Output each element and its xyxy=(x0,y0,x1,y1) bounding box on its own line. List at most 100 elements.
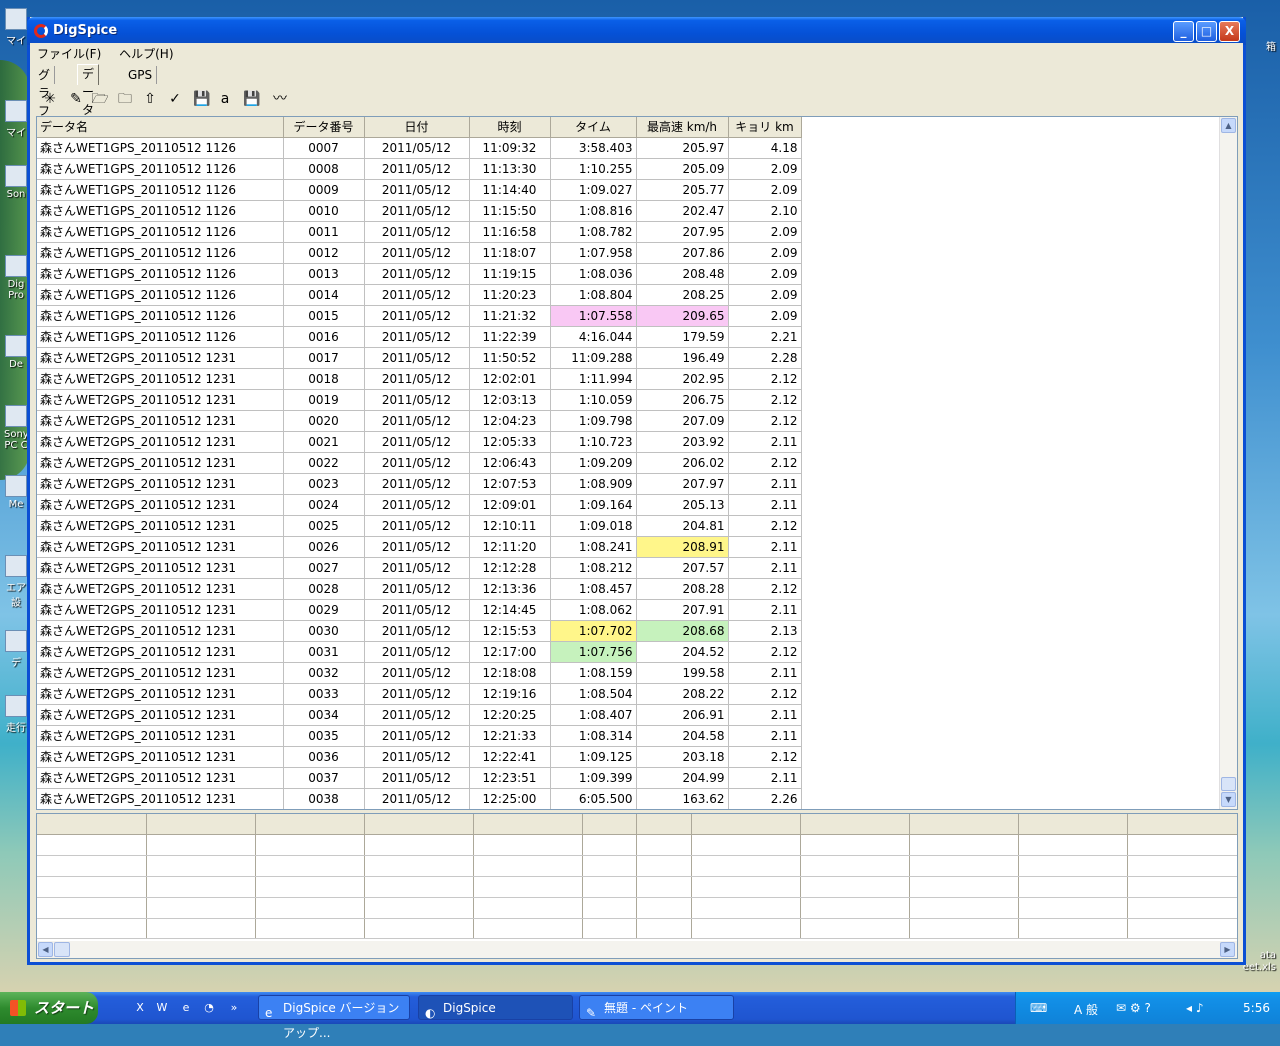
cell-lap-time[interactable]: 1:08.241 xyxy=(550,536,637,558)
cell-distance[interactable]: 2.28 xyxy=(728,347,802,369)
cell-distance[interactable]: 2.11 xyxy=(728,662,802,684)
cell-distance[interactable]: 2.11 xyxy=(728,725,802,747)
table-row[interactable]: 森さんWET1GPS_20110512 1126 0009 2011/05/12 11… xyxy=(37,179,802,201)
cell-time[interactable]: 12:09:01 xyxy=(469,494,551,516)
cell-lap-time[interactable]: 1:09.209 xyxy=(550,452,637,474)
cell-data-name[interactable]: 森さんWET1GPS_20110512 1126 xyxy=(37,263,284,285)
scroll-down-arrow-icon[interactable]: ▼ xyxy=(1221,792,1236,807)
table-row[interactable]: 森さんWET2GPS_20110512 1231 0020 2011/05/12 12… xyxy=(37,410,802,432)
cell-distance[interactable]: 2.09 xyxy=(728,284,802,306)
cell-distance[interactable]: 2.11 xyxy=(728,704,802,726)
cell-time[interactable]: 12:23:51 xyxy=(469,767,551,789)
cell-date[interactable]: 2011/05/12 xyxy=(364,410,470,432)
menu-help[interactable]: ヘルプ(H) xyxy=(112,43,180,62)
cell-lap-time[interactable]: 1:07.958 xyxy=(550,242,637,264)
cell-distance[interactable]: 2.21 xyxy=(728,326,802,348)
cell-top-speed[interactable]: 207.86 xyxy=(636,242,729,264)
cell-lap-time[interactable]: 11:09.288 xyxy=(550,347,637,369)
table-row[interactable]: 森さんWET2GPS_20110512 1231 0034 2011/05/12 12… xyxy=(37,704,802,726)
cell-data-number[interactable]: 0025 xyxy=(283,515,365,537)
cell-time[interactable]: 11:13:30 xyxy=(469,158,551,180)
cell-data-number[interactable]: 0030 xyxy=(283,620,365,642)
cell-lap-time[interactable]: 1:08.457 xyxy=(550,578,637,600)
cell-top-speed[interactable]: 203.18 xyxy=(636,746,729,768)
cell-lap-time[interactable]: 1:09.798 xyxy=(550,410,637,432)
table-row[interactable]: 森さんWET2GPS_20110512 1231 0037 2011/05/12 12… xyxy=(37,767,802,789)
cell-top-speed[interactable]: 206.91 xyxy=(636,704,729,726)
cell-data-name[interactable]: 森さんWET1GPS_20110512 1126 xyxy=(37,284,284,306)
desktop-icon[interactable]: デ xyxy=(4,630,28,669)
cell-lap-time[interactable]: 1:09.027 xyxy=(550,179,637,201)
cell-top-speed[interactable]: 202.95 xyxy=(636,368,729,390)
column-header-lap-time[interactable]: タイム xyxy=(550,117,637,138)
tray-icons[interactable]: ✉ ⚙ ? xyxy=(1116,1001,1151,1015)
cell-time[interactable]: 12:22:41 xyxy=(469,746,551,768)
table-row[interactable]: 森さんWET1GPS_20110512 1126 0007 2011/05/12 11… xyxy=(37,137,802,159)
desktop-icon[interactable]: 走行 xyxy=(4,695,28,734)
cell-data-number[interactable]: 0022 xyxy=(283,452,365,474)
upload-arrow-icon[interactable]: ⇧ xyxy=(140,89,160,109)
cell-time[interactable]: 12:04:23 xyxy=(469,410,551,432)
task-paint[interactable]: ✎ 無題 - ペイント xyxy=(579,995,734,1020)
cell-top-speed[interactable]: 208.28 xyxy=(636,578,729,600)
column-header-distance[interactable]: キョリ km xyxy=(728,117,802,138)
cell-date[interactable]: 2011/05/12 xyxy=(364,620,470,642)
cell-data-number[interactable]: 0013 xyxy=(283,263,365,285)
table-row[interactable]: 森さんWET2GPS_20110512 1231 0038 2011/05/12 12… xyxy=(37,788,802,809)
cell-time[interactable]: 11:20:23 xyxy=(469,284,551,306)
cell-data-number[interactable]: 0038 xyxy=(283,788,365,809)
cell-date[interactable]: 2011/05/12 xyxy=(364,725,470,747)
ie-icon[interactable]: e xyxy=(178,1000,194,1016)
cell-top-speed[interactable]: 204.58 xyxy=(636,725,729,747)
cell-date[interactable]: 2011/05/12 xyxy=(364,641,470,663)
desktop-icon-label-right[interactable]: 箱 xyxy=(1266,38,1276,53)
cell-top-speed[interactable]: 163.62 xyxy=(636,788,729,809)
cell-lap-time[interactable]: 1:11.994 xyxy=(550,368,637,390)
cell-data-name[interactable]: 森さんWET2GPS_20110512 1231 xyxy=(37,746,284,768)
waveform-icon[interactable]: 〰 xyxy=(270,89,290,109)
cell-data-name[interactable]: 森さんWET2GPS_20110512 1231 xyxy=(37,473,284,495)
cell-top-speed[interactable]: 205.77 xyxy=(636,179,729,201)
cell-data-name[interactable]: 森さんWET2GPS_20110512 1231 xyxy=(37,641,284,663)
menu-file[interactable]: ファイル(F) xyxy=(30,43,108,62)
cell-date[interactable]: 2011/05/12 xyxy=(364,662,470,684)
quicklaunch-more-icon[interactable]: » xyxy=(226,1000,242,1016)
cell-time[interactable]: 11:18:07 xyxy=(469,242,551,264)
cell-data-name[interactable]: 森さんWET2GPS_20110512 1231 xyxy=(37,683,284,705)
cell-top-speed[interactable]: 206.75 xyxy=(636,389,729,411)
task-digspice[interactable]: ◐ DigSpice xyxy=(418,995,573,1020)
cell-data-number[interactable]: 0035 xyxy=(283,725,365,747)
cell-data-name[interactable]: 森さんWET2GPS_20110512 1231 xyxy=(37,788,284,809)
scroll-left-arrow-icon[interactable]: ◀ xyxy=(38,942,53,957)
cell-time[interactable]: 11:22:39 xyxy=(469,326,551,348)
cell-date[interactable]: 2011/05/12 xyxy=(364,452,470,474)
table-row[interactable]: 森さんWET2GPS_20110512 1231 0035 2011/05/12 12… xyxy=(37,725,802,747)
cell-time[interactable]: 12:12:28 xyxy=(469,557,551,579)
cell-distance[interactable]: 2.09 xyxy=(728,242,802,264)
table-row[interactable]: 森さんWET1GPS_20110512 1126 0008 2011/05/12 11… xyxy=(37,158,802,180)
cell-top-speed[interactable]: 205.09 xyxy=(636,158,729,180)
cell-date[interactable]: 2011/05/12 xyxy=(364,515,470,537)
table-row[interactable]: 森さんWET2GPS_20110512 1231 0023 2011/05/12 12… xyxy=(37,473,802,495)
cell-date[interactable]: 2011/05/12 xyxy=(364,557,470,579)
close-button[interactable]: X xyxy=(1219,21,1240,42)
cell-distance[interactable]: 2.11 xyxy=(728,767,802,789)
cell-data-number[interactable]: 0024 xyxy=(283,494,365,516)
cell-time[interactable]: 12:14:45 xyxy=(469,599,551,621)
cell-data-number[interactable]: 0027 xyxy=(283,557,365,579)
cell-lap-time[interactable]: 1:09.399 xyxy=(550,767,637,789)
cell-distance[interactable]: 2.10 xyxy=(728,200,802,222)
cell-distance[interactable]: 2.12 xyxy=(728,389,802,411)
table-row[interactable]: 森さんWET2GPS_20110512 1231 0019 2011/05/12 12… xyxy=(37,389,802,411)
table-row[interactable]: 森さんWET2GPS_20110512 1231 0022 2011/05/12 12… xyxy=(37,452,802,474)
cell-data-name[interactable]: 森さんWET2GPS_20110512 1231 xyxy=(37,725,284,747)
cell-time[interactable]: 12:21:33 xyxy=(469,725,551,747)
cell-lap-time[interactable]: 1:07.756 xyxy=(550,641,637,663)
cell-lap-time[interactable]: 1:08.782 xyxy=(550,221,637,243)
cell-distance[interactable]: 2.13 xyxy=(728,620,802,642)
cell-data-name[interactable]: 森さんWET2GPS_20110512 1231 xyxy=(37,620,284,642)
cell-date[interactable]: 2011/05/12 xyxy=(364,473,470,495)
cell-date[interactable]: 2011/05/12 xyxy=(364,263,470,285)
cell-date[interactable]: 2011/05/12 xyxy=(364,347,470,369)
desktop-icon[interactable]: Me xyxy=(4,475,28,510)
